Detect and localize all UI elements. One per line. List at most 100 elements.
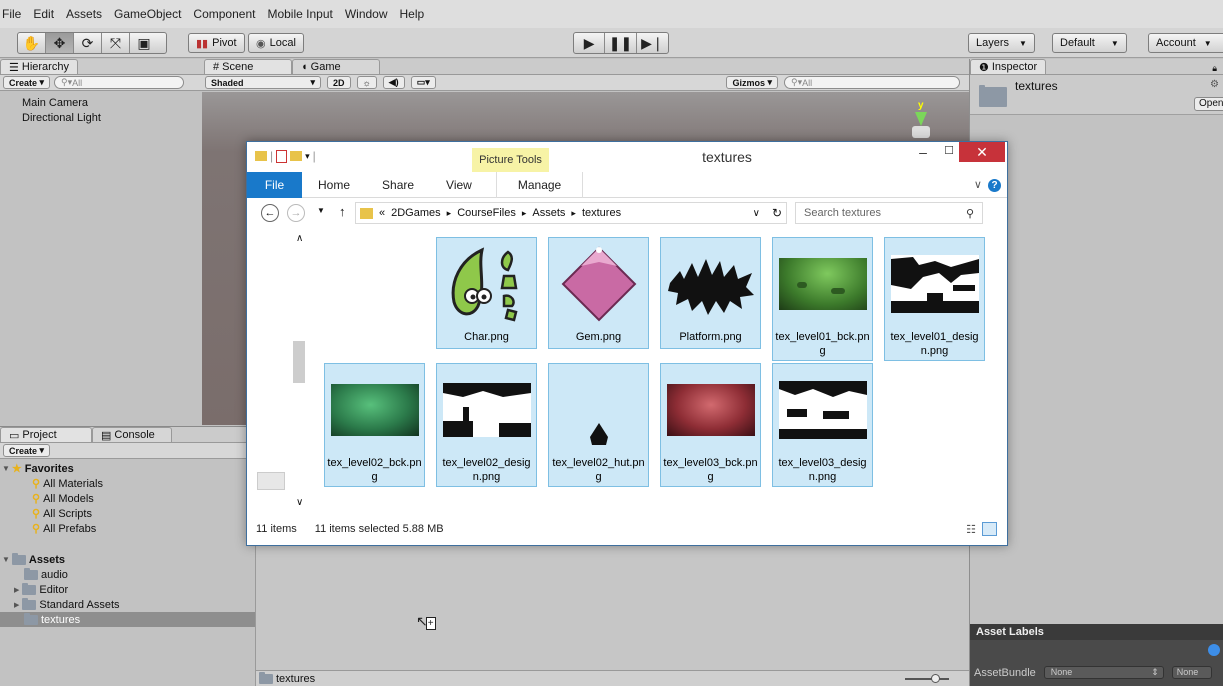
ribbon-tab-home[interactable]: Home	[302, 172, 366, 198]
chevron-down-icon[interactable]: ▾	[305, 151, 310, 162]
file-item[interactable]: tex_level02_hut.png	[548, 363, 649, 487]
effects-dropdown[interactable]: ▭▾	[410, 76, 436, 89]
hierarchy-search-input[interactable]: ⚲▾ All	[54, 76, 185, 89]
menu-item[interactable]: Mobile Input	[267, 7, 332, 21]
step-icon[interactable]: ▶❘	[637, 33, 668, 53]
favorite-item[interactable]: ⚲ All Materials	[0, 476, 255, 491]
local-toggle[interactable]: ◉ Local	[248, 33, 304, 53]
breadcrumb-item[interactable]: 2DGames	[391, 207, 441, 219]
file-item[interactable]: Gem.png	[548, 237, 649, 349]
favorites-header[interactable]: ▼ ★ Favorites	[0, 461, 255, 476]
favorite-item[interactable]: ⚲ All Models	[0, 491, 255, 506]
assetbundle-variant-dropdown[interactable]: None	[1171, 666, 1212, 679]
layers-dropdown[interactable]: Layers ▼	[968, 33, 1035, 53]
details-view-icon[interactable]: ☷	[966, 523, 976, 536]
create-dropdown[interactable]: Create ▾	[3, 76, 51, 89]
ribbon-tab-view[interactable]: View	[430, 172, 488, 198]
nav-scroll-down-icon[interactable]: ∨	[296, 497, 303, 508]
asset-folder-item[interactable]: textures	[0, 612, 255, 627]
address-dropdown-icon[interactable]: ∨	[753, 208, 760, 219]
menu-item[interactable]: File	[2, 7, 21, 21]
audio-toggle[interactable]: ◀)	[382, 76, 405, 89]
nav-scrollbar-thumb[interactable]	[293, 341, 305, 383]
search-textures-input[interactable]: Search textures ⚲	[795, 202, 983, 224]
asset-folder-item[interactable]: ▶ Editor	[0, 582, 255, 597]
tab-console[interactable]: ▤ Console	[92, 427, 172, 442]
hand-icon[interactable]: ✋	[18, 33, 46, 53]
maximize-button[interactable]: ☐	[937, 144, 961, 162]
lock-icon[interactable]: 🔒︎	[1212, 63, 1217, 74]
up-icon[interactable]: ↑	[339, 204, 346, 219]
menu-item[interactable]: Edit	[33, 7, 54, 21]
file-item[interactable]: tex_level01_bck.png	[772, 237, 873, 361]
breadcrumb-item[interactable]: textures	[582, 207, 621, 219]
scene-search-input[interactable]: ⚲▾ All	[784, 76, 960, 89]
breadcrumb-item[interactable]: CourseFiles	[457, 207, 516, 219]
refresh-icon[interactable]: ↻	[772, 206, 782, 220]
help-icon[interactable]: ?	[988, 179, 1001, 192]
move-icon[interactable]: ✥	[46, 33, 74, 53]
toggle-2d-button[interactable]: 2D	[327, 76, 351, 89]
back-icon[interactable]: ←	[261, 204, 279, 222]
project-create-dropdown[interactable]: Create ▾	[3, 444, 51, 457]
recent-dropdown[interactable]: ▼	[317, 206, 325, 215]
assetbundle-dropdown[interactable]: None ⇕	[1043, 666, 1164, 679]
chevron-down-icon[interactable]: ∨	[974, 179, 982, 191]
favorite-item[interactable]: ⚲ All Prefabs	[0, 521, 255, 536]
pivot-toggle[interactable]: ▮▮ Pivot	[188, 33, 245, 53]
file-item[interactable]: Platform.png	[660, 237, 761, 349]
forward-icon[interactable]: →	[287, 204, 305, 222]
asset-folder-item[interactable]: audio	[0, 567, 255, 582]
tab-scene[interactable]: # Scene	[204, 59, 292, 74]
gizmos-dropdown[interactable]: Gizmos ▾	[726, 76, 778, 89]
tag-icon[interactable]	[1208, 644, 1220, 656]
file-item[interactable]: tex_level03_bck.png	[660, 363, 761, 487]
account-dropdown[interactable]: Account ▼	[1148, 33, 1223, 53]
file-item[interactable]: tex_level02_design.png	[436, 363, 537, 487]
assets-header[interactable]: ▼ Assets	[0, 552, 255, 567]
play-icon[interactable]: ▶	[574, 33, 606, 53]
menu-item[interactable]: Assets	[66, 7, 102, 21]
file-item[interactable]: tex_level02_bck.png	[324, 363, 425, 487]
nav-scroll-up-icon[interactable]: ∧	[296, 233, 303, 244]
shading-dropdown[interactable]: Shaded ▾	[205, 76, 321, 89]
file-item[interactable]: Char.png	[436, 237, 537, 349]
layout-dropdown[interactable]: Default ▼	[1052, 33, 1127, 53]
favorite-item[interactable]: ⚲ All Scripts	[0, 506, 255, 521]
asset-folder-item[interactable]: ▶ Standard Assets	[0, 597, 255, 612]
scene-gizmo[interactable]: y	[905, 100, 939, 146]
file-item[interactable]: tex_level03_design.png	[772, 363, 873, 487]
open-button[interactable]: Open	[1194, 97, 1223, 111]
menu-item[interactable]: GameObject	[114, 7, 181, 21]
menu-item[interactable]: Help	[400, 7, 425, 21]
new-folder-icon[interactable]	[290, 151, 303, 161]
scale-icon[interactable]: ⤧	[102, 33, 130, 53]
settings-icon[interactable]: ⚙	[1210, 79, 1219, 90]
tab-project[interactable]: ▭ Project	[0, 427, 92, 442]
ribbon-tab-file[interactable]: File	[247, 172, 302, 198]
tab-hierarchy[interactable]: ☰ Hierarchy	[0, 59, 78, 74]
lighting-toggle[interactable]: ☼	[356, 76, 377, 89]
properties-icon[interactable]	[276, 149, 288, 163]
expand-arrow-icon[interactable]: ▶	[14, 586, 19, 594]
ribbon-tab-share[interactable]: Share	[366, 172, 430, 198]
menu-item[interactable]: Component	[193, 7, 255, 21]
rotate-icon[interactable]: ⟳	[74, 33, 102, 53]
minimize-button[interactable]: –	[911, 144, 935, 162]
ribbon-tab-manage[interactable]: Manage	[495, 172, 584, 198]
address-bar[interactable]: « 2DGames ▸ CourseFiles ▸ Assets ▸ textures ∨ …	[355, 202, 787, 224]
large-icons-view-icon[interactable]	[982, 522, 997, 536]
nav-item-icon[interactable]	[257, 472, 285, 490]
hierarchy-item[interactable]: Main Camera	[0, 95, 202, 110]
expand-arrow-icon[interactable]: ▶	[14, 601, 19, 609]
tab-game[interactable]: ◖ Game	[292, 59, 380, 74]
pause-icon[interactable]: ❚❚	[605, 33, 637, 53]
rect-icon[interactable]: ▣	[130, 33, 158, 53]
breadcrumb-item[interactable]: Assets	[532, 207, 565, 219]
hierarchy-item[interactable]: Directional Light	[0, 110, 202, 125]
zoom-slider[interactable]	[905, 674, 949, 683]
tab-inspector[interactable]: ❶ Inspector	[970, 59, 1047, 74]
close-button[interactable]: ✕	[959, 142, 1005, 162]
menu-item[interactable]: Window	[345, 7, 388, 21]
file-item[interactable]: tex_level01_design.png	[884, 237, 985, 361]
